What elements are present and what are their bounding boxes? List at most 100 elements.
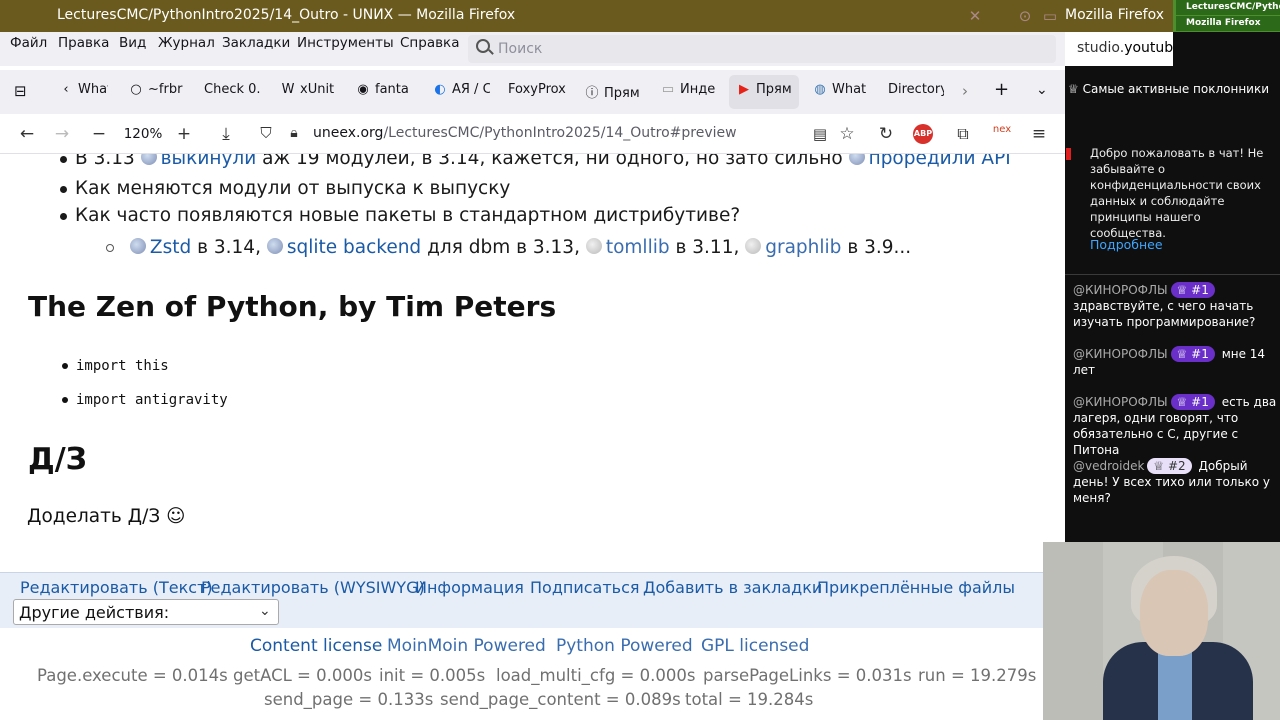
youtube-icon: ▶ <box>739 82 749 97</box>
tab[interactable]: ⓘ Прям <box>584 82 640 101</box>
tab-label: Инде <box>680 82 716 97</box>
info-link[interactable]: Информация <box>415 578 524 597</box>
menu-bookmarks[interactable]: Закладки <box>222 35 290 51</box>
timing-stat: run = 19.279s <box>918 666 1037 685</box>
timing-stat: parsePageLinks = 0.031s <box>703 666 912 685</box>
tab-label: Check 0. <box>204 82 260 97</box>
chevron-down-icon[interactable]: ⌄ <box>1036 82 1048 98</box>
gpl-licensed-link[interactable]: GPL licensed <box>701 636 809 656</box>
tab-label: xUnit <box>300 82 335 97</box>
tab[interactable]: ◉ fanta <box>355 82 413 97</box>
timing-stat: send_page = 0.133s <box>264 690 434 709</box>
tab-active[interactable]: ▶ Прям <box>736 82 794 97</box>
welcome-text: Добро пожаловать в чат! Не забывайте о к… <box>1090 146 1264 240</box>
tab[interactable]: ▭ Инде <box>660 82 718 97</box>
menu-tools[interactable]: Инструменты <box>297 35 394 51</box>
reader-view-icon[interactable]: ▤ <box>808 124 832 144</box>
new-tab-icon[interactable]: + <box>994 79 1009 100</box>
sub-list-item: Zstd в 3.14, sqlite backend для dbm в 3.… <box>106 237 911 258</box>
bookmark-star-icon[interactable]: ☆ <box>835 124 859 144</box>
member-badge: ♕ #2 <box>1147 458 1192 474</box>
chat-message: @КИНОРОФЛЫ ♕ #1 есть два лагеря, одни гов… <box>1073 394 1280 458</box>
link-removed-modules[interactable]: выкинули <box>161 154 257 169</box>
chat-author[interactable]: @КИНОРОФЛЫ <box>1073 347 1168 361</box>
subscribe-link[interactable]: Подписаться <box>530 578 640 597</box>
chat-author[interactable]: @КИНОРОФЛЫ <box>1073 395 1168 409</box>
page-actions-bar: Редактировать (Текст) Редактировать (WYS… <box>0 572 1063 628</box>
download-icon[interactable]: ⤓ <box>214 124 238 144</box>
moinmoin-powered-link[interactable]: MoinMoin Powered <box>387 636 546 656</box>
shield-icon[interactable]: ⛉ <box>254 123 278 143</box>
zoom-in-icon[interactable]: + <box>172 124 196 144</box>
tab[interactable]: WxUnit <box>280 82 338 97</box>
chat-author[interactable]: @vedroidek <box>1073 459 1144 473</box>
minimize-icon[interactable]: ⊙ <box>1015 6 1035 26</box>
page-content: В 3.13 выкинули аж 19 модулей, в 3.14, к… <box>0 154 1063 720</box>
attachments-link[interactable]: Прикреплённые файлы <box>817 578 1015 597</box>
tab-list-icon[interactable]: ⊟ <box>14 82 27 100</box>
tab[interactable]: ‹ What <box>58 82 108 97</box>
back-icon[interactable]: ← <box>15 124 39 144</box>
link-sqlite-backend[interactable]: sqlite backend <box>287 237 421 258</box>
task-item[interactable]: LecturesCMC/Python <box>1176 0 1280 16</box>
scroll-tabs-right-icon[interactable]: › <box>962 82 968 100</box>
menu-edit[interactable]: Правка <box>58 35 109 51</box>
zoom-level[interactable]: 120% <box>118 123 168 145</box>
chat-author[interactable]: @КИНОРОФЛЫ <box>1073 283 1168 297</box>
menu-help[interactable]: Справка <box>400 35 459 51</box>
edit-wysiwyg-link[interactable]: Редактировать (WYSIWYG) <box>201 578 425 597</box>
tab[interactable]: ○ ~frbr <box>128 82 184 97</box>
extension-icon[interactable]: nex <box>990 120 1014 140</box>
member-badge: ♕ #1 <box>1170 346 1215 362</box>
menu-view[interactable]: Вид <box>119 35 146 51</box>
tab[interactable]: Directory <box>888 82 944 97</box>
tab[interactable]: FoxyProx <box>508 82 566 97</box>
extensions-icon[interactable]: ⧉ <box>951 124 975 144</box>
python-powered-link[interactable]: Python Powered <box>556 636 693 656</box>
close-icon[interactable]: ✕ <box>965 6 985 26</box>
globe-icon <box>745 238 762 254</box>
studio-url[interactable]: studio.youtube <box>1065 32 1173 66</box>
forward-icon[interactable]: → <box>50 124 74 144</box>
url-bar[interactable]: ⛉ 🔒︎ uneex.org/LecturesCMC/PythonIntro20… <box>250 120 820 148</box>
accent-bar <box>1066 148 1071 160</box>
code-line: import this <box>62 358 169 374</box>
tab-label: АЯ / С <box>452 82 490 97</box>
tab-favicon: ‹ <box>63 82 69 97</box>
task-item[interactable]: Mozilla Firefox <box>1176 16 1280 32</box>
maximize-icon[interactable]: ▭ <box>1040 6 1060 26</box>
more-actions-select[interactable]: Другие действия: <box>13 599 279 625</box>
top-fans-header[interactable]: ♕ Самые активные поклонники <box>1065 82 1269 96</box>
window-title: LecturesCMC/PythonIntro2025/14_Outro - U… <box>57 7 516 23</box>
edit-text-link[interactable]: Редактировать (Текст) <box>20 578 213 597</box>
more-link[interactable]: Подробнее <box>1090 237 1163 252</box>
add-bookmark-link[interactable]: Добавить в закладки <box>643 578 822 597</box>
search-icon <box>476 39 490 53</box>
tab[interactable]: Check 0. <box>204 82 260 97</box>
lock-icon[interactable]: 🔒︎ <box>282 123 306 143</box>
menu-search-box[interactable]: Поиск <box>468 35 1056 63</box>
content-license-link[interactable]: Content license <box>250 636 382 656</box>
reload-icon[interactable]: ↻ <box>874 124 898 144</box>
tab-label: fanta <box>375 82 409 97</box>
chat-message: @vedroidek ♕ #2 Добрый день! У всех тихо … <box>1073 458 1280 506</box>
link-api-thinned[interactable]: проредили API <box>869 154 1011 169</box>
adblock-icon[interactable]: ABP <box>913 124 933 144</box>
menu-file[interactable]: Файл <box>10 35 47 51</box>
list-item: Как меняются модули от выпуска к выпуску <box>60 178 510 199</box>
chat-welcome: Добро пожаловать в чат! Не забывайте о к… <box>1066 142 1278 262</box>
search-placeholder: Поиск <box>498 41 543 57</box>
tab[interactable]: ◐ АЯ / С <box>432 82 490 97</box>
timing-stat: load_multi_cfg = 0.000s <box>496 666 696 685</box>
link-graphlib[interactable]: graphlib <box>765 237 841 258</box>
url-text[interactable]: uneex.org/LecturesCMC/PythonIntro2025/14… <box>313 125 737 141</box>
info-icon: ⓘ <box>585 86 599 101</box>
hamburger-menu-icon[interactable]: ≡ <box>1027 124 1051 144</box>
link-tomllib[interactable]: tomllib <box>606 237 670 258</box>
chat-message: @КИНОРОФЛЫ ♕ #1 мне 14 лет <box>1073 346 1280 378</box>
zoom-out-icon[interactable]: − <box>87 124 111 144</box>
tab-label: Прям <box>756 82 792 97</box>
tab[interactable]: ◍ What <box>812 82 870 97</box>
menu-history[interactable]: Журнал <box>158 35 215 51</box>
link-zstd[interactable]: Zstd <box>150 237 191 258</box>
